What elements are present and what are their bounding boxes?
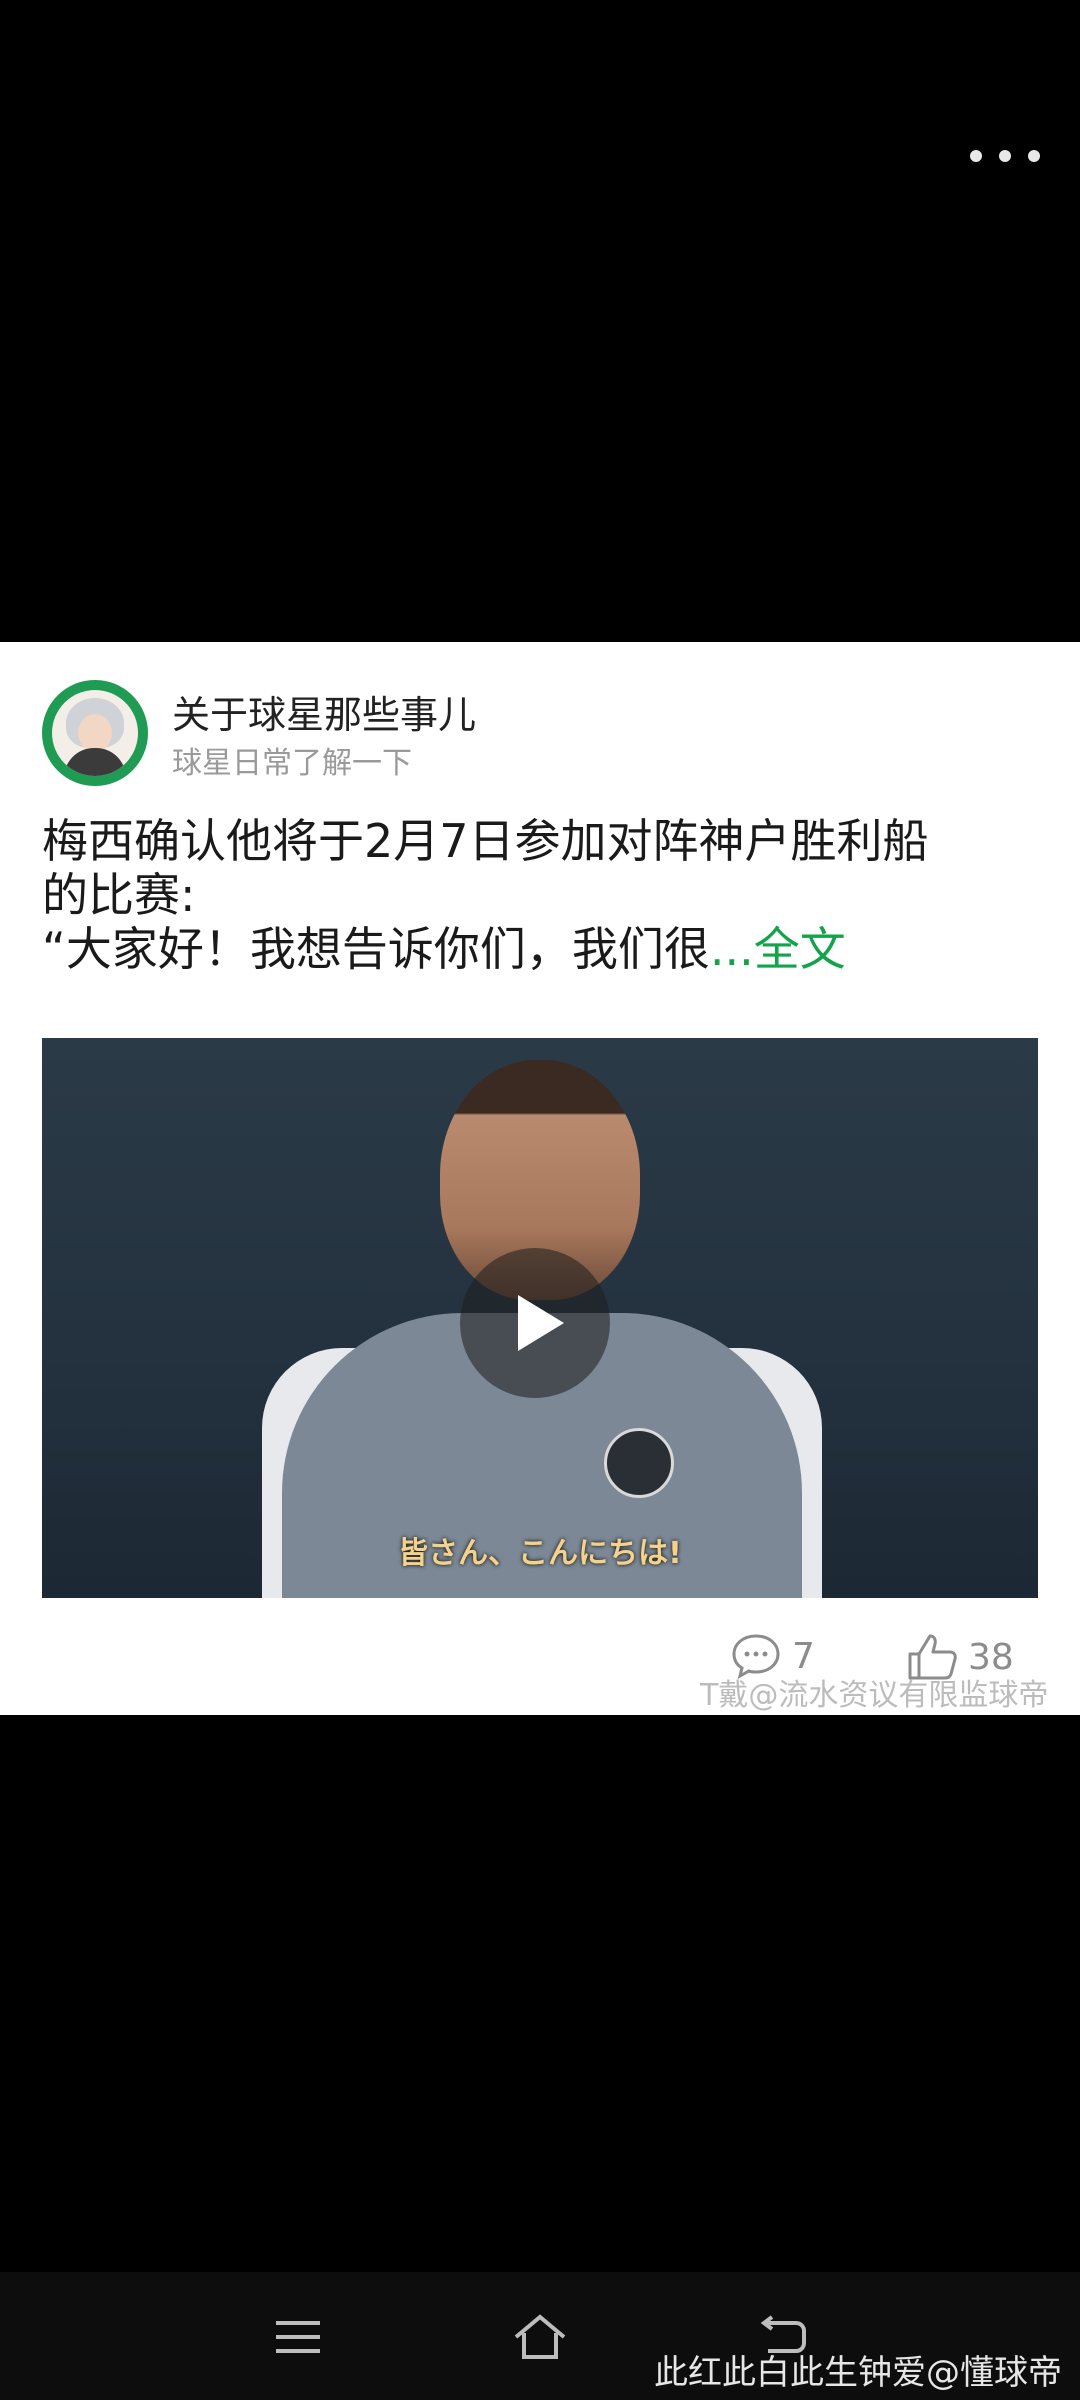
expand-full-text-link[interactable]: ...全文	[710, 922, 846, 976]
play-icon	[518, 1295, 564, 1351]
more-dot-icon	[1028, 150, 1040, 162]
post-text: 梅西确认他将于2月7日参加对阵神户胜利船 的比赛: “大家好！我想告诉你们，我们…	[42, 814, 1042, 976]
nav-menu-button[interactable]	[268, 2312, 328, 2362]
author-avatar[interactable]	[42, 680, 148, 786]
watermark-text: 此红此白此生钟爱@懂球帝	[654, 2353, 1062, 2393]
more-dot-icon	[970, 150, 982, 162]
author-name[interactable]: 关于球星那些事儿	[172, 684, 476, 739]
more-dot-icon	[999, 150, 1011, 162]
author-subtitle: 球星日常了解一下	[172, 746, 412, 781]
post-text-line: 梅西确认他将于2月7日参加对阵神户胜利船	[42, 814, 929, 868]
club-crest-icon	[604, 1428, 674, 1498]
post-text-line: “大家好！我想告诉你们，我们很...全文	[42, 922, 1042, 976]
post-text-line: 的比赛:	[42, 868, 196, 922]
video-player[interactable]: 皆さん、こんにちは!	[42, 1038, 1038, 1598]
home-icon	[514, 2314, 566, 2359]
post-text-line: “大家好！我想告诉你们，我们很	[42, 922, 710, 976]
nav-home-button[interactable]	[510, 2312, 570, 2362]
menu-icon	[276, 2321, 320, 2353]
play-button[interactable]	[460, 1248, 610, 1398]
post-card: 关于球星那些事儿 球星日常了解一下 梅西确认他将于2月7日参加对阵神户胜利船 的…	[0, 642, 1080, 1715]
more-options-button[interactable]	[970, 136, 1040, 176]
watermark-text: T戴@流水资议有限监球帝	[700, 1678, 1049, 1713]
video-subtitle: 皆さん、こんにちは!	[398, 1536, 682, 1571]
